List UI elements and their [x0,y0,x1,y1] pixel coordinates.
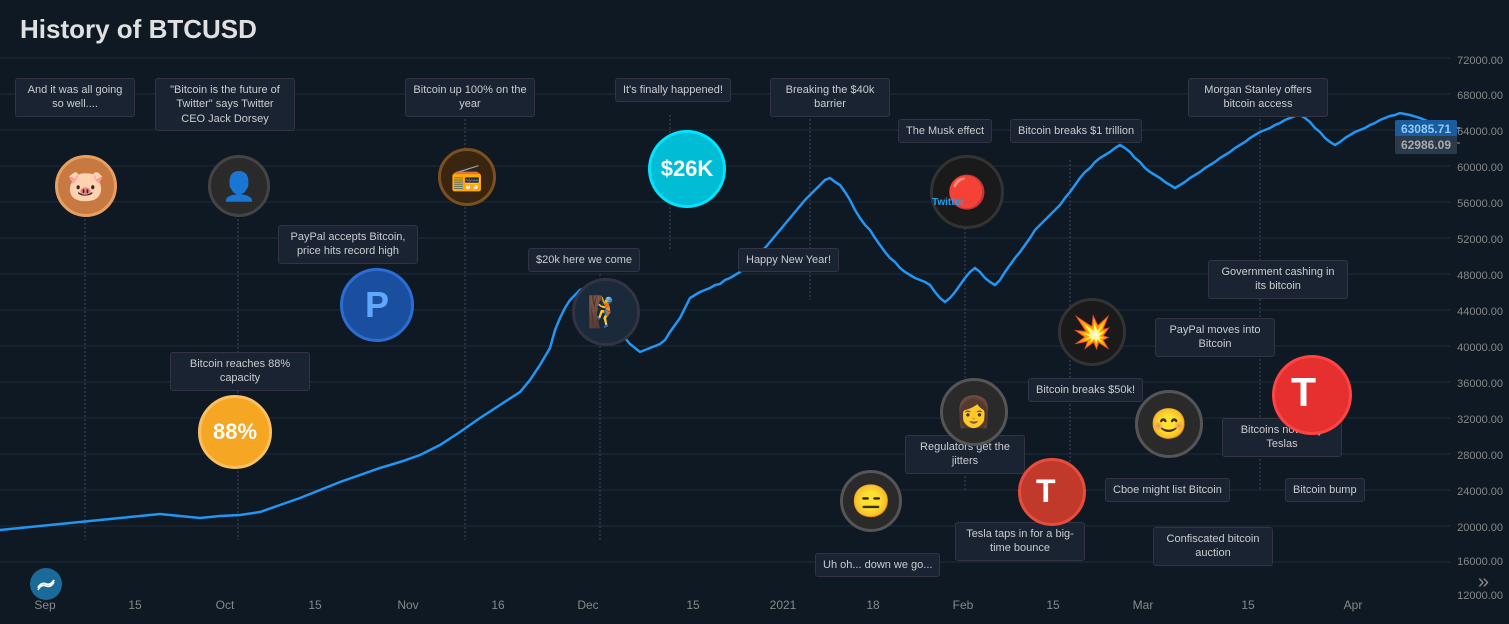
y-label-60000: 60000.00 [1457,162,1503,174]
y-label-36000: 36000.00 [1457,378,1503,390]
annotation-88-capacity: Bitcoin reaches 88% capacity [170,352,310,391]
x-label-15e: 15 [1241,598,1254,612]
icon-tesla-logo: T [1018,458,1086,526]
chevron-right-icon[interactable]: » [1478,571,1489,594]
annotation-ann1: And it was all going so well.... [15,78,135,117]
annotation-1trillion: Bitcoin breaks $1 trillion [1010,119,1142,143]
y-label-64000: 64000.00 [1457,126,1503,138]
annotation-paypal-move: PayPal moves into Bitcoin [1155,318,1275,357]
annotation-gov-cash: Government cashing in its bitcoin [1208,260,1348,299]
x-label-18: 18 [866,598,879,612]
annotation-musk-effect: The Musk effect [898,119,992,143]
icon-tesla-big: T [1272,355,1352,435]
icon-dorsey: 👤 [208,155,270,217]
annotation-new-year: Happy New Year! [738,248,839,272]
annotation-50k: Bitcoin breaks $50k! [1028,378,1143,402]
y-label-40000: 40000.00 [1457,342,1503,354]
y-label-68000: 68000.00 [1457,90,1503,102]
annotation-ann3: Bitcoin up 100% on the year [405,78,535,117]
annotation-cboe: Cboe might list Bitcoin [1105,478,1230,502]
icon-88pct: 88% [198,395,272,469]
icon-26k: $26K [648,130,726,208]
x-label-15a: 15 [128,598,141,612]
icon-twitter-musk: 🔴 [930,155,1004,229]
icon-yellen: 👩 [940,378,1008,446]
svg-text:T: T [1036,473,1056,509]
annotation-ann5: Breaking the $40k barrier [770,78,890,117]
annotation-tesla-taps: Tesla taps in for a big-time bounce [955,522,1085,561]
chart-container: History of BTCUSD [0,0,1509,624]
y-label-72000: 72000.00 [1457,55,1503,67]
y-label-16000: 16000.00 [1457,556,1503,568]
y-label-20000: 20000.00 [1457,522,1503,534]
icon-sep: 🐷 [55,155,117,217]
icon-woman: 😊 [1135,390,1203,458]
icon-jukebox: 📻 [438,148,496,206]
icon-ladder: 🧗 [572,278,640,346]
x-label-15c: 15 [686,598,699,612]
y-label-56000: 56000.00 [1457,198,1503,210]
y-label-44000: 44000.00 [1457,306,1503,318]
annotation-morgan-stanley: Morgan Stanley offers bitcoin access [1188,78,1328,117]
y-label-32000: 32000.00 [1457,414,1503,426]
icon-uhoh: 😑 [840,470,902,532]
annotation-20k: $20k here we come [528,248,640,272]
x-label-mar: Mar [1133,598,1154,612]
svg-text:T: T [1291,370,1316,415]
x-label-15b: 15 [308,598,321,612]
annotation-paypal-bitcoin: PayPal accepts Bitcoin, price hits recor… [278,225,418,264]
x-label-16: 16 [491,598,504,612]
y-label-48000: 48000.00 [1457,270,1503,282]
y-label-24000: 24000.00 [1457,486,1503,498]
x-label-oct: Oct [216,598,235,612]
x-label-15d: 15 [1046,598,1059,612]
y-label-28000: 28000.00 [1457,450,1503,462]
x-label-dec: Dec [577,598,598,612]
brand-logo-icon [30,568,62,600]
x-label-apr: Apr [1344,598,1363,612]
price-label-prev: 62986.09 [1395,136,1457,154]
x-label-feb: Feb [953,598,974,612]
annotation-down: Uh oh... down we go... [815,553,940,577]
annotation-bump: Bitcoin bump [1285,478,1365,502]
icon-paypal-btc: 💥 [1058,298,1126,366]
x-label-sep: Sep [34,598,55,612]
annotation-ann4: It's finally happened! [615,78,731,102]
y-label-52000: 52000.00 [1457,234,1503,246]
x-label-2021: 2021 [770,598,797,612]
x-label-nov: Nov [397,598,418,612]
icon-paypal: P [340,268,414,342]
annotation-ann2: "Bitcoin is the future of Twitter" says … [155,78,295,131]
annotation-confiscated: Confiscated bitcoin auction [1153,527,1273,566]
